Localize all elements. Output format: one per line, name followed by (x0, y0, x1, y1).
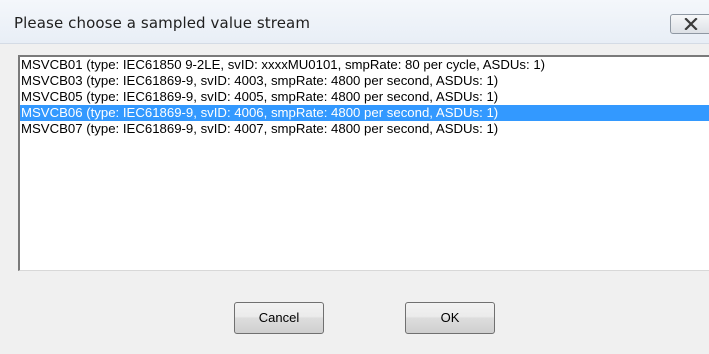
list-item-msvcb03[interactable]: MSVCB03 (type: IEC61869-9, svID: 4003, s… (20, 73, 709, 89)
stream-listbox[interactable]: MSVCB01 (type: IEC61850 9-2LE, svID: xxx… (18, 55, 709, 271)
choose-stream-dialog: Please choose a sampled value stream MSV… (0, 0, 709, 354)
list-item-msvcb05[interactable]: MSVCB05 (type: IEC61869-9, svID: 4005, s… (20, 89, 709, 105)
cancel-button[interactable]: Cancel (234, 302, 324, 334)
close-x-icon (684, 18, 698, 30)
list-item-msvcb07[interactable]: MSVCB07 (type: IEC61869-9, svID: 4007, s… (20, 121, 709, 137)
list-item-msvcb06[interactable]: MSVCB06 (type: IEC61869-9, svID: 4006, s… (20, 105, 709, 121)
list-item-msvcb01[interactable]: MSVCB01 (type: IEC61850 9-2LE, svID: xxx… (20, 57, 709, 73)
close-button[interactable] (670, 14, 709, 34)
dialog-title: Please choose a sampled value stream (14, 14, 311, 32)
title-bar: Please choose a sampled value stream (0, 0, 709, 44)
ok-button[interactable]: OK (405, 302, 495, 334)
